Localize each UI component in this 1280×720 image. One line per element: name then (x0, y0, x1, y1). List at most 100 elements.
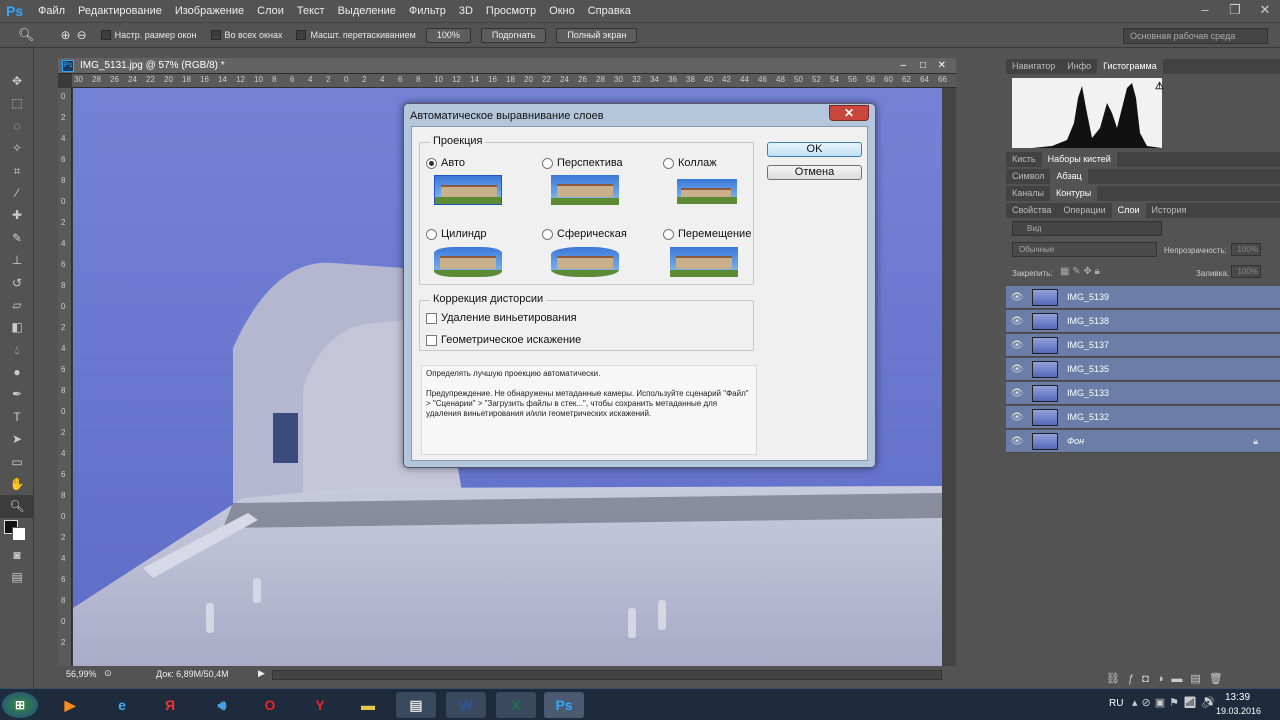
start-button-icon[interactable]: ⊞ (2, 692, 38, 718)
close-icon[interactable]: ✕ (1250, 0, 1280, 20)
warning-icon[interactable]: ⚠ (1155, 81, 1164, 92)
radio-dot[interactable] (542, 228, 553, 240)
tab-history[interactable]: История (1146, 203, 1193, 218)
marquee-tool-icon[interactable]: ⬚ (0, 92, 34, 114)
visibility-eye-icon[interactable]: 👁︎ (1006, 388, 1028, 399)
layer-row[interactable]: 👁︎ IMG_5137 (1006, 334, 1280, 357)
layers-footer-icons[interactable]: ⛓ƒ◘◑▬▤🗑︎ (1106, 672, 1231, 685)
checkbox[interactable] (100, 30, 111, 40)
document-tab[interactable]: Ps IMG_5131.jpg @ 57% (RGB/8) * – □ ✕ (58, 58, 956, 74)
crop-tool-icon[interactable]: ⌗ (0, 160, 34, 182)
layer-row[interactable]: 👁︎ IMG_5139 (1006, 286, 1280, 309)
radio-dot[interactable] (663, 157, 674, 169)
type-tool-icon[interactable]: T (0, 406, 34, 428)
healing-tool-icon[interactable]: ✚ (0, 204, 34, 226)
explorer-icon[interactable]: ▬ (348, 692, 388, 718)
clock-time[interactable]: 13:39 (1225, 692, 1250, 703)
status-info-icon[interactable]: ⊙ (104, 668, 112, 679)
menu-select[interactable]: Выделение (338, 5, 396, 17)
radio-spherical[interactable]: Сферическая (542, 228, 627, 240)
excel-icon[interactable]: X (496, 692, 536, 718)
speaker-app-icon[interactable]: 🔊︎ (202, 692, 242, 718)
menu-window[interactable]: Окно (549, 5, 575, 17)
layer-row[interactable]: 👁︎ IMG_5138 (1006, 310, 1280, 333)
menu-help[interactable]: Справка (588, 5, 631, 17)
doc-restore-icon[interactable]: □ (920, 58, 926, 73)
layer-row[interactable]: 👁︎ IMG_5133 (1006, 382, 1280, 405)
menu-filter[interactable]: Фильтр (409, 5, 446, 17)
zoom-in-icon[interactable]: ⊕ (61, 28, 71, 42)
radio-auto[interactable]: Авто (426, 157, 465, 169)
vertical-scrollbar[interactable] (942, 88, 956, 666)
clock-date[interactable]: 19.03.2016 (1216, 706, 1261, 716)
screen-mode-icon[interactable]: ▤ (0, 566, 34, 588)
tab-layers[interactable]: Слои (1111, 203, 1146, 218)
doc-close-icon[interactable]: ✕ (938, 58, 946, 73)
opera-icon[interactable]: O (250, 692, 290, 718)
quick-select-tool-icon[interactable]: ✧ (0, 137, 34, 159)
menu-3d[interactable]: 3D (459, 5, 473, 17)
blend-mode-select[interactable]: Обычные (1012, 242, 1157, 257)
tab-info[interactable]: Инфо (1061, 59, 1097, 74)
tab-channels[interactable]: Каналы (1006, 186, 1050, 201)
checkbox[interactable] (210, 30, 221, 40)
move-tool-icon[interactable]: ✥ (0, 70, 34, 92)
cancel-button[interactable]: Отмена (767, 165, 862, 180)
vignette-checkbox[interactable]: Удаление виньетирования (426, 312, 577, 324)
zoom-tool-icon[interactable]: 🔍︎ (0, 495, 34, 518)
tab-properties[interactable]: Свойства (1006, 203, 1058, 218)
blur-tool-icon[interactable]: 💧︎ (0, 339, 34, 361)
zoom-tool-icon[interactable]: 🔍︎ (18, 27, 35, 43)
checkbox[interactable] (296, 30, 307, 40)
gradient-tool-icon[interactable]: ◧ (0, 316, 34, 338)
radio-cylinder[interactable]: Цилиндр (426, 228, 486, 240)
history-brush-tool-icon[interactable]: ↺ (0, 272, 34, 294)
lasso-tool-icon[interactable]: ◌ (0, 115, 34, 137)
eyedropper-tool-icon[interactable]: ⁄ (0, 182, 34, 204)
zoom-out-icon[interactable]: ⊖ (77, 28, 87, 42)
radio-collage[interactable]: Коллаж (663, 157, 717, 169)
layer-row[interactable]: 👁︎ IMG_5135 (1006, 358, 1280, 381)
menu-image[interactable]: Изображение (175, 5, 244, 17)
visibility-eye-icon[interactable]: 👁︎ (1006, 436, 1028, 447)
word-icon[interactable]: W (446, 692, 486, 718)
tab-character[interactable]: Символ (1006, 169, 1050, 184)
geometric-checkbox[interactable]: Геометрическое искажение (426, 334, 581, 346)
fullscreen-button[interactable]: Полный экран (556, 27, 638, 43)
tab-actions[interactable]: Операции (1058, 203, 1112, 218)
radio-dot[interactable] (426, 157, 437, 169)
radio-dot[interactable] (426, 228, 437, 240)
stamp-tool-icon[interactable]: ⊥ (0, 249, 34, 271)
minimize-icon[interactable]: – (1190, 0, 1220, 20)
tab-brush-presets[interactable]: Наборы кистей (1041, 152, 1117, 167)
menu-layers[interactable]: Слои (257, 5, 284, 17)
language-indicator[interactable]: RU (1109, 698, 1123, 709)
workspace-select[interactable]: Основная рабочая среда (1123, 28, 1268, 44)
tray-icons[interactable]: ▴⊘▣⚑📶︎🔊︎ (1132, 696, 1219, 709)
media-player-icon[interactable]: ▶ (50, 692, 90, 718)
quick-mask-icon[interactable]: ◙ (0, 544, 34, 566)
visibility-eye-icon[interactable]: 👁︎ (1006, 412, 1028, 423)
radio-reposition[interactable]: Перемещение (663, 228, 751, 240)
visibility-eye-icon[interactable]: 👁︎ (1006, 364, 1028, 375)
tab-paragraph[interactable]: Абзац (1050, 169, 1088, 184)
tab-histogram[interactable]: Гистограмма (1097, 59, 1163, 74)
zoom-level[interactable]: 56,99% (66, 669, 97, 679)
tab-paths[interactable]: Контуры (1049, 186, 1098, 201)
zoom-100-button[interactable]: 100% (425, 27, 471, 43)
restore-icon[interactable]: ❐ (1220, 0, 1250, 20)
layer-row[interactable]: 👁︎ IMG_5132 (1006, 406, 1280, 429)
brush-tool-icon[interactable]: ✎ (0, 227, 34, 249)
visibility-eye-icon[interactable]: 👁︎ (1006, 316, 1028, 327)
menu-edit[interactable]: Редактирование (78, 5, 162, 17)
doc-minimize-icon[interactable]: – (900, 58, 906, 73)
layer-filter-select[interactable]: Вид (1012, 221, 1162, 236)
dialog-close-button[interactable]: ✕ (829, 105, 869, 121)
hand-tool-icon[interactable]: ✋ (0, 473, 34, 495)
dodge-tool-icon[interactable]: ● (0, 361, 34, 383)
path-select-tool-icon[interactable]: ➤ (0, 428, 34, 450)
layer-row-background[interactable]: 👁︎ Фон 🔒︎ (1006, 430, 1280, 453)
yandex-browser-icon[interactable]: Y (300, 692, 340, 718)
status-arrow-icon[interactable]: ▶ (258, 668, 265, 679)
pen-tool-icon[interactable]: ✒ (0, 383, 34, 405)
